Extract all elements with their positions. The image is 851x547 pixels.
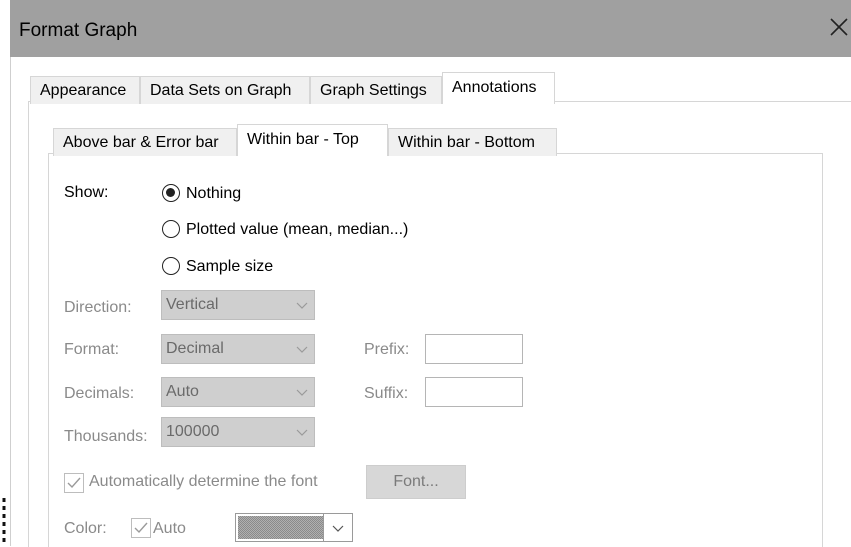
subtab-within-bar-top[interactable]: Within bar - Top [237, 124, 388, 156]
radio-sample-size-label[interactable]: Sample size [186, 258, 273, 276]
color-auto-label[interactable]: Auto [153, 520, 186, 538]
prefix-label: Prefix: [364, 341, 410, 358]
direction-value: Vertical [166, 296, 219, 313]
radio-nothing[interactable] [162, 184, 180, 202]
subtab-within-bar-bottom[interactable]: Within bar - Bottom [388, 128, 557, 156]
decimals-value: Auto [166, 383, 199, 400]
radio-sample-size[interactable] [162, 257, 180, 275]
direction-select[interactable]: Vertical [161, 290, 315, 320]
suffix-input[interactable] [425, 377, 523, 407]
suffix-label: Suffix: [364, 385, 409, 402]
show-label: Show: [64, 184, 109, 201]
tab-data-sets-on-graph[interactable]: Data Sets on Graph [140, 76, 310, 104]
chevron-down-icon [296, 346, 308, 353]
window-title: Format Graph [19, 20, 138, 41]
format-label: Format: [64, 341, 120, 358]
prefix-input[interactable] [425, 334, 523, 364]
color-label: Color: [64, 520, 107, 537]
decimals-label: Decimals: [64, 385, 135, 402]
chevron-down-icon [296, 389, 308, 396]
auto-font-checkbox[interactable] [64, 473, 84, 493]
tab-graph-settings[interactable]: Graph Settings [310, 76, 442, 104]
decimals-select[interactable]: Auto [161, 377, 315, 407]
radio-plotted-value-label[interactable]: Plotted value (mean, median...) [186, 221, 408, 239]
checkmark-icon [134, 522, 148, 534]
chevron-down-icon [296, 302, 308, 309]
checkmark-icon [67, 477, 81, 489]
format-value: Decimal [166, 340, 224, 357]
auto-font-label[interactable]: Automatically determine the font [89, 473, 318, 491]
color-picker[interactable] [235, 513, 353, 542]
title-bar: Format Graph [10, 0, 851, 57]
chevron-down-icon [332, 525, 344, 532]
chevron-down-icon [296, 429, 308, 436]
direction-label: Direction: [64, 299, 132, 316]
thousands-value: 100000 [166, 423, 220, 440]
format-select[interactable]: Decimal [161, 334, 315, 364]
color-dropdown-button[interactable] [323, 514, 352, 541]
color-auto-checkbox[interactable] [131, 518, 151, 538]
radio-nothing-label[interactable]: Nothing [186, 185, 241, 203]
subtab-above-bar-error-bar[interactable]: Above bar & Error bar [53, 128, 237, 156]
font-button[interactable]: Font... [366, 465, 466, 499]
thousands-select[interactable]: 100000 [161, 417, 315, 447]
thousands-label: Thousands: [64, 428, 148, 445]
radio-plotted-value[interactable] [162, 220, 180, 238]
color-swatch [238, 516, 324, 539]
tab-annotations[interactable]: Annotations [442, 72, 555, 104]
tab-appearance[interactable]: Appearance [30, 76, 140, 104]
resize-handle[interactable] [0, 495, 10, 546]
radio-selected-dot [166, 188, 175, 197]
close-icon[interactable] [826, 14, 851, 40]
